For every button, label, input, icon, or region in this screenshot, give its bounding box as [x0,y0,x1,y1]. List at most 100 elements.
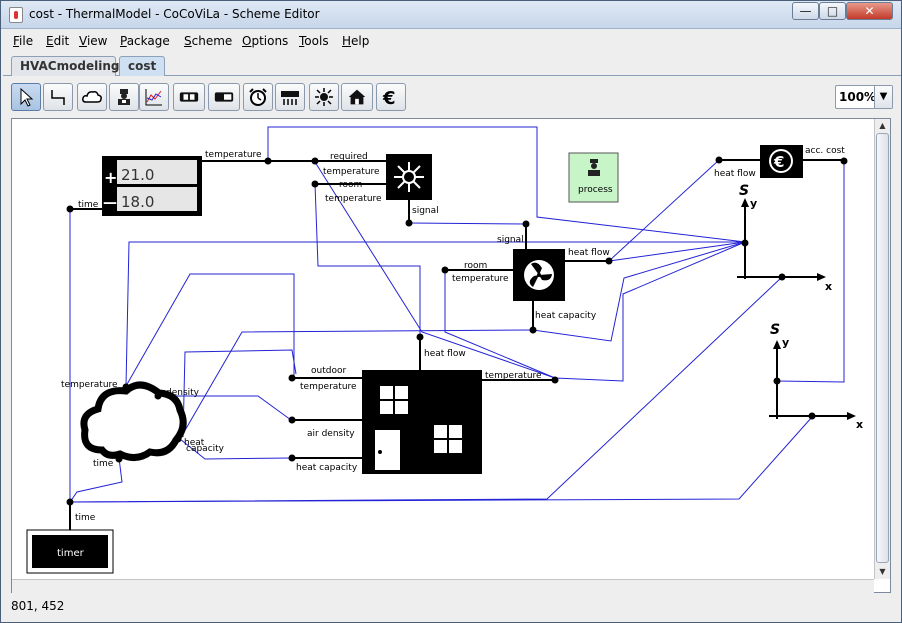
thermostat-low-value[interactable]: 18.0 [121,193,154,211]
port-label: room [464,261,487,271]
process-tool-button[interactable] [109,83,139,111]
port-label: signal [412,206,439,216]
port-label: temperature [205,150,262,160]
tab-hvacmodeling[interactable]: HVACmodeling [11,56,119,76]
chevron-down-icon[interactable]: ▼ [874,86,892,108]
port-label: heat capacity [296,463,358,473]
horizontal-scrollbar[interactable] [12,579,874,593]
relation-icon [51,90,65,105]
weather-tool-button[interactable] [77,83,107,111]
plot-block-2[interactable]: S y x [769,322,863,431]
sun-snow-icon [315,88,333,106]
select-icon [20,87,34,107]
process-block[interactable]: process [568,152,619,203]
plot-s-label: S [739,183,749,199]
port-label: time [75,513,96,523]
window-title: cost - ThermalModel - CoCoViLa - Scheme … [29,7,320,21]
scroll-thumb[interactable] [876,133,889,563]
menu-options[interactable]: Options [242,34,288,48]
thermostat-icon [179,92,199,102]
cost-block[interactable]: € heat flow acc. cost [714,145,845,179]
scheme-canvas[interactable]: + — 21.0 18.0 temperature time required … [11,118,891,593]
menu-package[interactable]: Package [120,34,170,48]
timer-label: timer [57,548,85,559]
port-label: room [339,180,362,190]
plot-x-label: x [825,280,832,293]
house-block[interactable]: heat flow outdoor temperature temperatur… [292,337,555,474]
radiator-tool-button[interactable] [275,83,305,111]
scheme-drawing[interactable]: + — 21.0 18.0 temperature time required … [12,119,891,593]
port-label: temperature [323,167,380,177]
port-label: temperature [61,380,118,390]
status-bar: 801, 452 [3,595,901,621]
relation-tool-button[interactable] [43,83,73,111]
scroll-down-icon[interactable]: ▼ [876,565,889,578]
menu-view[interactable]: View [79,34,107,48]
sun-snow-tool-button[interactable] [309,83,339,111]
menu-file[interactable]: File [13,34,33,48]
menu-scheme[interactable]: Scheme [184,34,232,48]
port-label: temperature [485,371,542,381]
toggle-icon [214,92,234,102]
port-label: temperature [452,274,509,284]
toolbar: € 100% ▼ [3,79,901,115]
controller-block[interactable]: required temperature room temperature si… [268,152,439,223]
scroll-up-icon[interactable]: ▲ [876,119,889,132]
house-icon [348,89,366,105]
menu-help[interactable]: Help [342,34,369,48]
chart-icon [145,89,162,106]
select-tool-button[interactable] [11,83,41,111]
close-button[interactable]: ✕ [846,2,893,20]
vertical-scrollbar[interactable]: ▲ ▼ [874,119,890,579]
port-label: heat flow [714,169,756,179]
process-icon [118,89,130,105]
euro-tool-button[interactable]: € [376,83,406,111]
java-app-icon [9,7,23,23]
thermostat-minus[interactable]: — [103,195,117,211]
timer-icon [249,88,267,106]
port-label: density [166,388,200,398]
maximize-button[interactable]: □ [819,2,846,20]
plot-y-label: y [782,336,789,349]
thermostat-tool-button[interactable] [173,83,205,111]
tab-cost[interactable]: cost [119,56,165,76]
application-window: cost - ThermalModel - CoCoViLa - Scheme … [0,0,902,623]
menu-edit[interactable]: Edit [46,34,69,48]
process-label: process [578,185,613,195]
port-label: heat flow [424,349,466,359]
chart-tool-button[interactable] [139,83,169,111]
zoom-value: 100% [839,90,877,104]
toggle-tool-button[interactable] [208,83,240,111]
port-label: air density [307,429,355,439]
thermostat-plus[interactable]: + [104,168,117,187]
port-label: outdoor [311,366,346,376]
minimize-button[interactable]: — [792,2,819,20]
fan-block[interactable]: signal room temperature heat flow heat c… [445,224,610,330]
euro-icon: € [382,88,396,108]
thermostat-high-value[interactable]: 21.0 [121,166,154,184]
plot-x-label: x [856,418,863,431]
port-label: temperature [325,194,382,204]
menu-tools[interactable]: Tools [299,34,329,48]
euro-icon: € [773,153,784,171]
zoom-select[interactable]: 100% ▼ [835,85,893,109]
port-label: required [330,152,368,162]
cloud-icon [82,91,102,103]
timer-block[interactable]: timer time [26,502,114,574]
port-label: signal [497,235,524,245]
port-label: heat flow [568,248,610,258]
port-label: temperature [300,382,357,392]
port-label: time [93,459,114,469]
port-label: acc. cost [805,146,845,156]
radiator-icon [281,91,299,105]
menu-bar: File Edit View Package Scheme Options To… [3,30,901,54]
port-label: capacity [186,444,225,454]
house-tool-button[interactable] [341,83,373,111]
timer-tool-button[interactable] [243,83,273,111]
plot-s-label: S [770,322,780,338]
title-bar: cost - ThermalModel - CoCoViLa - Scheme … [1,1,901,29]
cursor-coordinates: 801, 452 [11,599,65,613]
thermostat-block[interactable]: + — 21.0 18.0 temperature time [70,150,268,216]
port-label: time [78,200,99,210]
scheme-tabs: HVACmodeling cost [3,54,901,76]
